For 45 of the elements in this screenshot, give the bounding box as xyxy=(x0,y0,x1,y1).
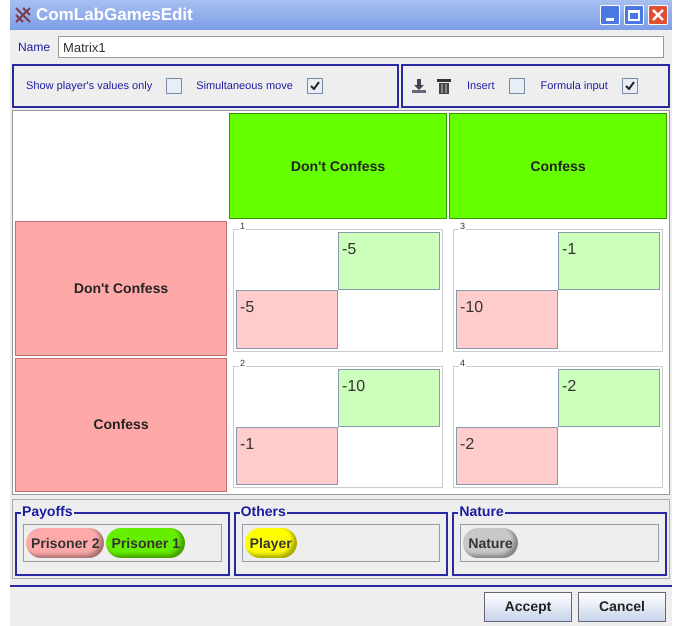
checkbox[interactable] xyxy=(508,78,525,94)
dialog-button[interactable]: Accept xyxy=(484,592,572,622)
row-payoff[interactable]: -2 xyxy=(456,426,558,485)
close-icon xyxy=(652,9,664,21)
row-header[interactable]: Confess xyxy=(15,358,227,492)
column-payoff[interactable]: -5 xyxy=(338,232,440,290)
dialog-button[interactable]: Cancel xyxy=(578,592,666,622)
outcome-number: 2 xyxy=(239,358,246,368)
name-label: Name xyxy=(18,39,50,56)
option-label: Simultaneous move xyxy=(196,78,293,94)
option-label: Show player's values only xyxy=(26,78,152,94)
player-chip[interactable]: Player xyxy=(244,528,297,558)
check-icon xyxy=(310,81,320,91)
outcome-number: 4 xyxy=(459,358,466,368)
group-title: Nature xyxy=(458,504,505,518)
app-icon xyxy=(14,6,32,24)
column-header[interactable]: Don't Confess xyxy=(229,113,447,219)
option-label: Insert xyxy=(467,78,495,94)
player-chip[interactable]: Prisoner 2 xyxy=(26,528,104,558)
group-title: Payoffs xyxy=(21,504,74,518)
checkbox[interactable] xyxy=(166,78,182,94)
row-payoff[interactable]: -1 xyxy=(236,426,338,485)
column-header[interactable]: Confess xyxy=(449,113,667,219)
row-payoff[interactable]: -5 xyxy=(236,290,338,348)
option-label: Formula input xyxy=(540,78,608,94)
checkbox[interactable] xyxy=(622,78,638,94)
outcome-number: 3 xyxy=(459,222,466,231)
column-payoff[interactable]: -10 xyxy=(338,368,440,427)
checkbox[interactable] xyxy=(306,78,323,94)
check-icon xyxy=(624,81,635,91)
download-icon[interactable] xyxy=(411,78,427,94)
column-payoff[interactable]: -1 xyxy=(558,232,660,290)
column-payoff[interactable]: -2 xyxy=(558,368,660,427)
window-title: ComLabGamesEdit xyxy=(36,4,194,26)
row-payoff[interactable]: -10 xyxy=(456,290,558,348)
group-title: Others xyxy=(240,504,287,518)
name-field[interactable]: Matrix1 xyxy=(58,36,664,58)
row-header[interactable]: Don't Confess xyxy=(15,221,227,356)
close-button[interactable] xyxy=(648,5,668,25)
player-chip[interactable]: Nature xyxy=(463,528,518,558)
minimize-button[interactable] xyxy=(600,5,620,25)
outcome-number: 1 xyxy=(239,222,246,231)
trash-icon[interactable] xyxy=(437,78,451,94)
maximize-button[interactable] xyxy=(624,5,644,25)
player-chip[interactable]: Prisoner 1 xyxy=(106,528,185,558)
